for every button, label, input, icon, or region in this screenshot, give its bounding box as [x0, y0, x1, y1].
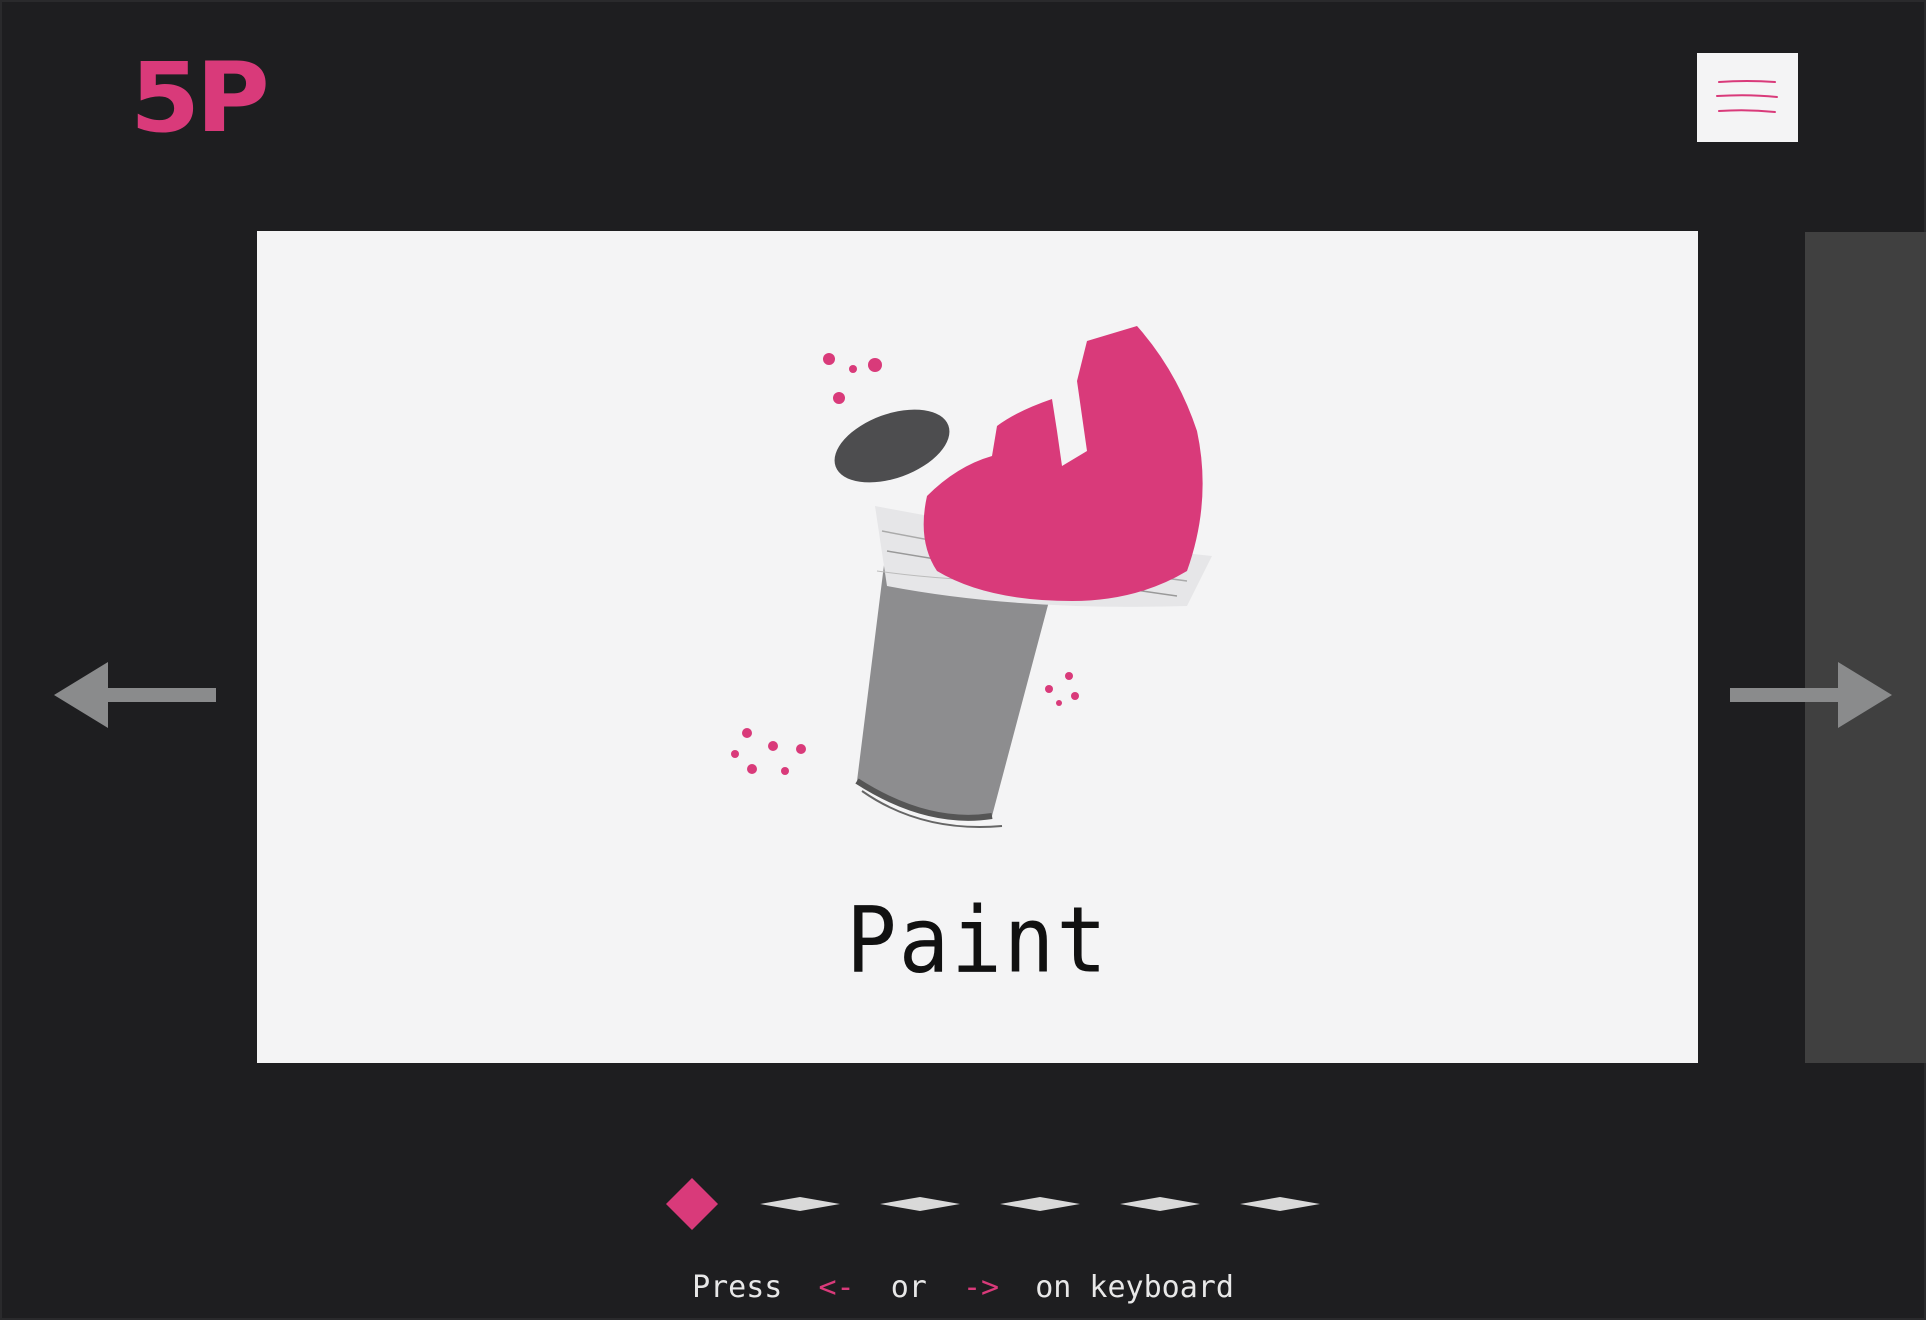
- slide-card: Paint: [257, 231, 1698, 1063]
- next-slide-preview[interactable]: [1805, 232, 1926, 1063]
- hint-suffix: on keyboard: [1035, 1270, 1234, 1305]
- pagination-dot[interactable]: [880, 1196, 960, 1212]
- brand-logo[interactable]: 5P: [130, 50, 270, 146]
- pagination-dot[interactable]: [1000, 1196, 1080, 1212]
- hint-or: or: [890, 1270, 927, 1305]
- arrow-right-icon[interactable]: [1728, 660, 1894, 730]
- hamburger-menu-icon: [1716, 80, 1778, 113]
- pagination-dot[interactable]: [1120, 1196, 1200, 1212]
- keyboard-hint: Press <- or -> on keyboard: [0, 1270, 1926, 1305]
- hint-right-key: ->: [963, 1270, 1000, 1305]
- hint-left-key: <-: [818, 1270, 855, 1305]
- pagination-dot[interactable]: [1240, 1196, 1320, 1212]
- pagination-dot-active[interactable]: [664, 1176, 720, 1232]
- hint-press: Press: [692, 1270, 783, 1305]
- slide-title: Paint: [846, 887, 1109, 993]
- paint-bucket-illustration: [731, 326, 1212, 828]
- menu-button[interactable]: [1697, 53, 1798, 142]
- pagination-dot[interactable]: [760, 1196, 840, 1212]
- arrow-left-icon[interactable]: [52, 660, 218, 730]
